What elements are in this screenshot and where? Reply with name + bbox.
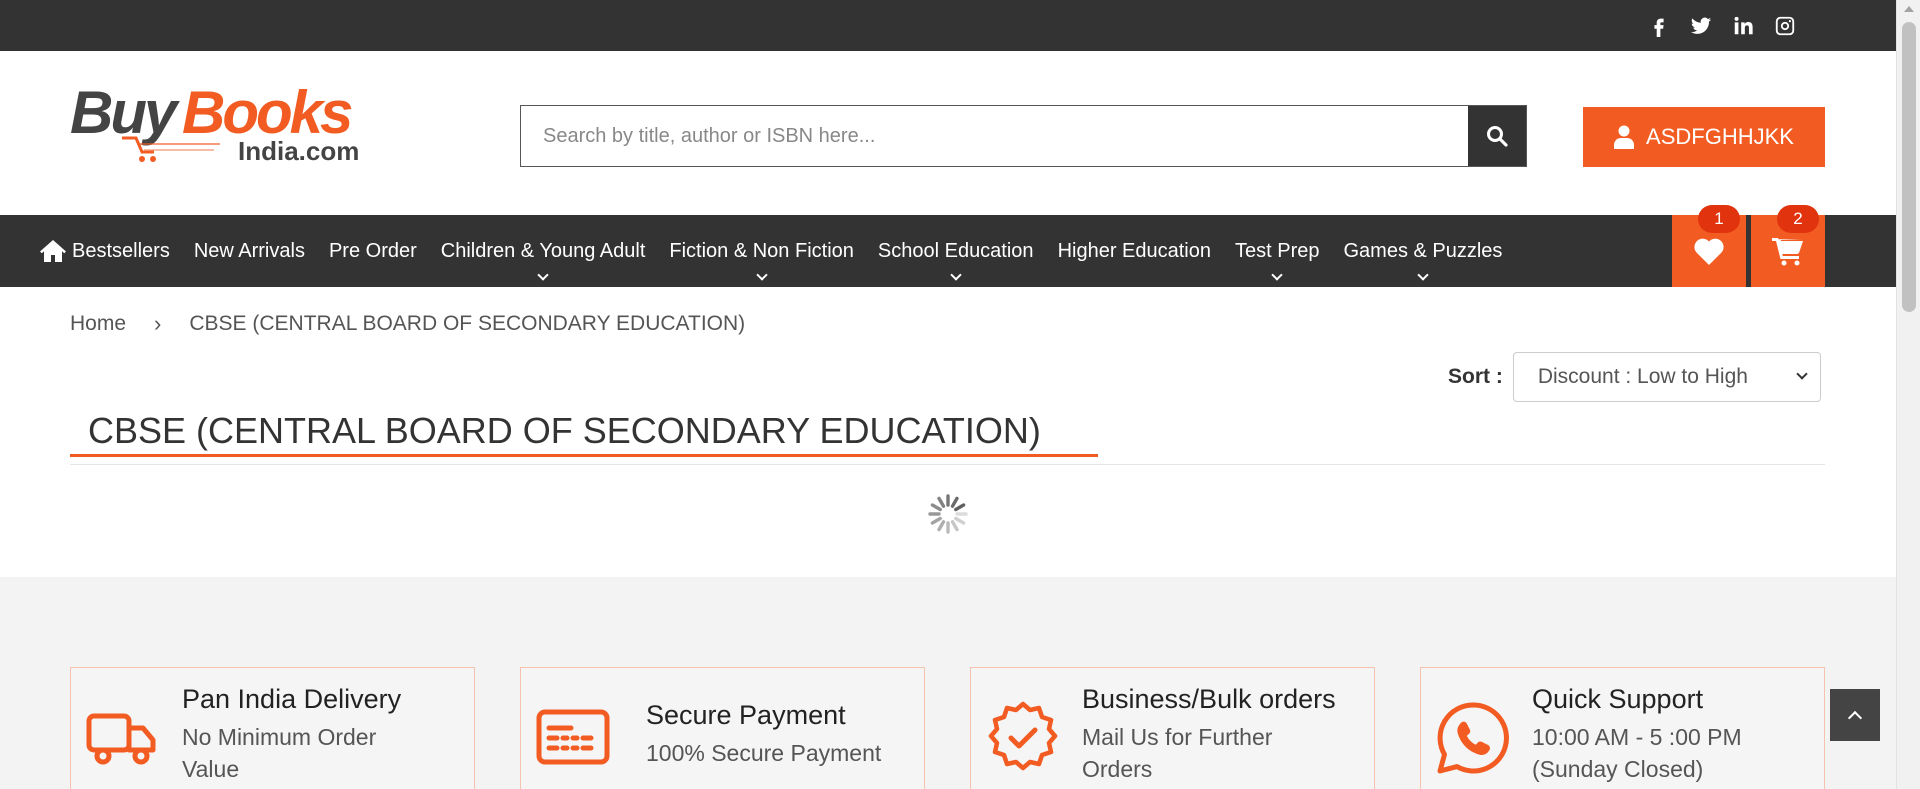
facebook-icon[interactable] <box>1648 15 1670 37</box>
feature-subtitle-line2: Value <box>182 756 240 782</box>
scroll-up-arrow-icon[interactable] <box>1904 6 1914 12</box>
instagram-icon[interactable] <box>1774 15 1796 37</box>
scroll-thumb[interactable] <box>1902 22 1916 312</box>
whatsapp-icon <box>1437 702 1509 774</box>
nav-item-school-education[interactable]: School Education <box>866 215 1046 287</box>
logo-domain-text: India.com <box>238 136 360 166</box>
cart-button[interactable]: 2 <box>1751 205 1825 287</box>
feature-subtitle: No Minimum Order <box>182 724 377 750</box>
page-title: CBSE (CENTRAL BOARD OF SECONDARY EDUCATI… <box>88 410 1041 451</box>
chevron-down-icon <box>1271 269 1283 281</box>
feature-pan-india-delivery: Pan India Delivery No Minimum Order Valu… <box>70 667 475 789</box>
spinner-spoke <box>954 503 966 512</box>
user-icon <box>1614 125 1635 149</box>
spinner-spoke <box>930 503 942 512</box>
feature-subtitle: 10:00 AM - 5 :00 PM <box>1532 724 1742 750</box>
search-input[interactable] <box>521 106 1468 166</box>
breadcrumb: Home › CBSE (CENTRAL BOARD OF SECONDARY … <box>70 311 745 337</box>
chevron-down-icon <box>950 269 962 281</box>
feature-subtitle: Mail Us for Further <box>1082 724 1273 750</box>
feature-title: Secure Payment <box>646 700 846 730</box>
spinner-spoke <box>937 496 946 508</box>
nav-item-bestsellers[interactable]: Bestsellers <box>60 215 182 287</box>
feature-title: Pan India Delivery <box>182 684 402 714</box>
feature-title: Business/Bulk orders <box>1082 684 1336 714</box>
page-scrollbar[interactable] <box>1896 0 1920 789</box>
chevron-down-icon <box>537 269 549 281</box>
breadcrumb-separator: › <box>154 311 162 336</box>
credit-card-icon <box>536 709 610 765</box>
spinner-spoke <box>950 520 959 532</box>
feature-subtitle: 100% Secure Payment <box>646 740 882 766</box>
wishlist-count-badge: 1 <box>1698 205 1740 233</box>
nav-item-test-prep[interactable]: Test Prep <box>1223 215 1331 287</box>
nav-item-games-puzzles[interactable]: Games & Puzzles <box>1331 215 1514 287</box>
logo-cart-icon <box>122 136 220 162</box>
wishlist-button[interactable]: 1 <box>1672 205 1746 287</box>
nav-item-higher-education[interactable]: Higher Education <box>1046 215 1223 287</box>
sort-select[interactable]: Discount : Low to High <box>1512 352 1821 402</box>
loading-spinner-icon <box>928 494 968 534</box>
spinner-spoke <box>937 520 946 532</box>
feature-secure-payment: Secure Payment 100% Secure Payment <box>520 667 925 789</box>
cart-icon <box>1772 238 1803 266</box>
sort-control: Sort : Discount : Low to High <box>1448 352 1821 402</box>
search-icon <box>1487 126 1508 147</box>
feature-subtitle-line2: Orders <box>1082 756 1153 782</box>
back-to-top-button[interactable] <box>1830 689 1880 741</box>
spinner-spoke <box>930 516 942 525</box>
divider <box>70 464 1825 465</box>
search-button[interactable] <box>1468 106 1526 166</box>
cart-count-badge: 2 <box>1777 205 1819 233</box>
linkedin-icon[interactable] <box>1732 15 1754 37</box>
user-account-button[interactable]: ASDFGHHJKK <box>1583 107 1825 167</box>
breadcrumb-current: CBSE (CENTRAL BOARD OF SECONDARY EDUCATI… <box>189 312 746 335</box>
features-section: Pan India Delivery No Minimum Order Valu… <box>0 577 1896 789</box>
spinner-spoke <box>954 516 966 525</box>
site-logo[interactable]: Buy Books India.com <box>70 78 370 168</box>
feature-business-bulk-orders: Business/Bulk orders Mail Us for Further… <box>970 667 1375 789</box>
chevron-down-icon <box>1417 269 1429 281</box>
nav-item-children-young-adult[interactable]: Children & Young Adult <box>429 215 658 287</box>
breadcrumb-home-link[interactable]: Home <box>70 312 126 336</box>
truck-icon <box>86 713 156 765</box>
feature-title: Quick Support <box>1532 684 1704 714</box>
spinner-spoke <box>950 496 959 508</box>
nav-item-fiction-non-fiction[interactable]: Fiction & Non Fiction <box>657 215 866 287</box>
user-name: ASDFGHHJKK <box>1646 124 1794 149</box>
feature-subtitle-line2: (Sunday Closed) <box>1532 756 1704 782</box>
nav-menu: Bestsellers New Arrivals Pre Order Child… <box>60 215 1514 287</box>
chevron-up-icon <box>1847 710 1863 726</box>
nav-item-new-arrivals[interactable]: New Arrivals <box>182 215 317 287</box>
chevron-down-icon <box>1796 368 1808 380</box>
badge-check-icon <box>988 701 1058 771</box>
nav-item-pre-order[interactable]: Pre Order <box>317 215 429 287</box>
main-navbar: Bestsellers New Arrivals Pre Order Child… <box>0 205 1896 287</box>
feature-quick-support: Quick Support 10:00 AM - 5 :00 PM (Sunda… <box>1420 667 1825 789</box>
title-underline <box>70 454 1098 457</box>
heart-icon <box>1694 238 1724 265</box>
chevron-down-icon <box>755 269 768 281</box>
social-links <box>1648 0 1796 51</box>
search-bar <box>520 105 1527 167</box>
sort-label: Sort : <box>1448 365 1503 388</box>
twitter-icon[interactable] <box>1690 15 1712 37</box>
sort-selected-value: Discount : Low to High <box>1537 365 1748 388</box>
top-bar <box>0 0 1896 51</box>
